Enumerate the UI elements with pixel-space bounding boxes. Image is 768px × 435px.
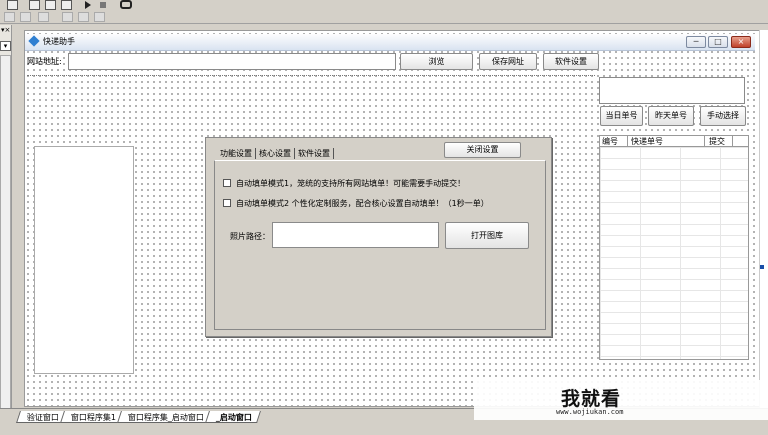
url-label: 网站地址: — [27, 57, 62, 66]
tab-page: 自动填单模式1，笼统的支持所有网站填单！可能需要手动提交！ 自动填单模式2 个性… — [214, 160, 546, 330]
binoculars-icon[interactable] — [120, 0, 132, 9]
layout-icon[interactable] — [45, 0, 56, 10]
tab-label: _启动窗口 — [215, 413, 252, 422]
settings-dialog: 功能设置 核心设置 软件设置 关闭设置 自动填单模式1，笼统的支持所有网站填单！… — [205, 137, 552, 337]
photo-path-input[interactable] — [272, 222, 439, 248]
align-icon[interactable] — [78, 12, 89, 22]
close-icon[interactable]: × — [731, 36, 751, 48]
minimize-icon[interactable]: ─ — [686, 36, 706, 48]
tab-software-settings[interactable]: 软件设置 — [295, 148, 334, 159]
tab-startup-window[interactable]: _启动窗口 — [205, 411, 262, 423]
table-column-header[interactable]: 快递单号 — [631, 136, 663, 147]
settings-tabs: 功能设置 核心设置 软件设置 — [217, 148, 334, 159]
table-header: 编号 快递单号 提交 — [600, 136, 748, 147]
save-url-button[interactable]: 保存网址 — [479, 53, 537, 70]
maximize-icon[interactable]: □ — [708, 36, 728, 48]
mode1-label: 自动填单模式1，笼统的支持所有网站填单！可能需要手动提交！ — [236, 179, 466, 188]
tab-label: 验证窗口 — [26, 413, 59, 422]
window-title: 快递助手 — [43, 37, 75, 46]
dropdown-icon[interactable]: ▾ — [0, 41, 11, 51]
column-divider — [704, 136, 705, 147]
ide-toolbar — [0, 0, 768, 24]
panel-close-icon[interactable]: ▾× — [1, 26, 11, 34]
align-icon[interactable] — [94, 12, 105, 22]
watermark-url: www.wojiukan.com — [556, 408, 624, 416]
mode2-checkbox[interactable] — [223, 199, 231, 207]
mode2-label: 自动填单模式2 个性化定制服务，配合核心设置自动填单！（1秒一单） — [236, 199, 489, 208]
watermark: 我就看 www.wojiukan.com — [474, 380, 768, 420]
table-column-header[interactable]: 编号 — [602, 136, 618, 147]
right-gutter — [759, 30, 768, 408]
form-titlebar: 快递助手 ─ □ × — [25, 34, 755, 51]
layout-icon[interactable] — [29, 0, 40, 10]
close-settings-button[interactable]: 关闭设置 — [444, 142, 521, 158]
software-settings-button[interactable]: 软件设置 — [543, 53, 599, 70]
selection-handle[interactable] — [760, 265, 764, 269]
layout-icon[interactable] — [61, 0, 72, 10]
table-column-header[interactable]: 提交 — [709, 136, 725, 147]
tab-function-settings[interactable]: 功能设置 — [217, 148, 256, 159]
today-number-button[interactable]: 当日单号 — [600, 106, 643, 126]
align-icon[interactable] — [38, 12, 49, 22]
align-icon[interactable] — [20, 12, 31, 22]
photo-path-label: 照片路径： — [230, 232, 270, 241]
tab-label: 窗口程序集_启动窗口 — [127, 413, 204, 422]
align-icon[interactable] — [62, 12, 73, 22]
bottom-tabs: 验证窗口 窗口程序集1 窗口程序集_启动窗口 _启动窗口 — [16, 411, 262, 425]
run-icon[interactable] — [85, 1, 91, 9]
tab-label: 窗口程序集1 — [70, 413, 116, 422]
stop-icon[interactable] — [100, 2, 106, 8]
number-table[interactable]: 编号 快递单号 提交 — [599, 135, 749, 360]
open-gallery-button[interactable]: 打开图库 — [445, 222, 529, 249]
mode1-checkbox[interactable] — [223, 179, 231, 187]
scrollbar[interactable] — [0, 55, 11, 410]
browse-button[interactable]: 浏览 — [400, 53, 473, 70]
manual-select-button[interactable]: 手动选择 — [700, 106, 746, 126]
right-input[interactable] — [599, 77, 745, 104]
column-divider — [627, 136, 628, 147]
print-preview-icon[interactable] — [7, 0, 18, 10]
align-icon[interactable] — [4, 12, 15, 22]
app-icon — [28, 35, 40, 47]
column-divider — [732, 136, 733, 147]
tab-core-settings[interactable]: 核心设置 — [256, 148, 295, 159]
tab-window-module-startup[interactable]: 窗口程序集_启动窗口 — [117, 411, 214, 423]
left-list-box[interactable] — [34, 146, 134, 374]
separator — [27, 75, 595, 76]
yesterday-number-button[interactable]: 昨天单号 — [648, 106, 694, 126]
left-panel: ▾× ▾ — [0, 25, 12, 410]
url-input[interactable] — [68, 53, 396, 70]
tab-window-module1[interactable]: 窗口程序集1 — [60, 411, 126, 423]
watermark-brand: 我就看 — [561, 388, 622, 410]
